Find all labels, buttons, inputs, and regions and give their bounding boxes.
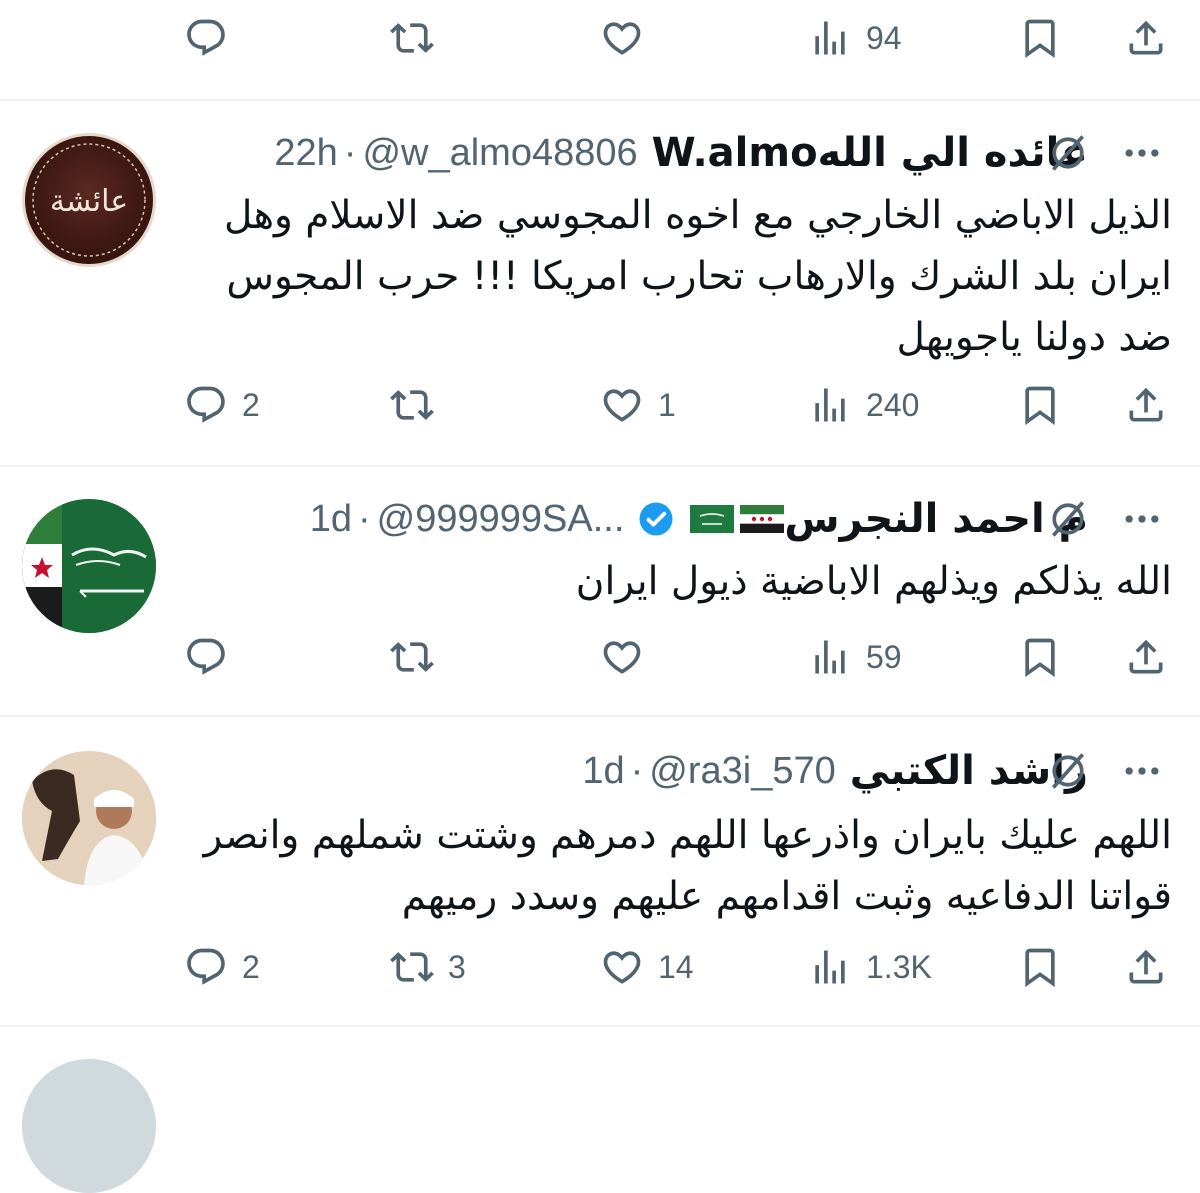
grok-icon[interactable] (1046, 497, 1090, 541)
more-icon[interactable] (1120, 497, 1164, 541)
verified-badge-icon[interactable] (638, 501, 674, 537)
tweet-text: اللهم عليك بايران واذرعها اللهم دمرهم وش… (203, 813, 1172, 919)
share-icon (1124, 635, 1168, 679)
share-button[interactable] (1124, 10, 1168, 66)
avatar[interactable]: عائشة (22, 133, 156, 267)
separator-dot: · (358, 497, 371, 540)
tweet-header: م احمد النجرس @999999SA... · 1d (310, 489, 1088, 549)
reply-icon (184, 383, 228, 427)
views-icon (808, 945, 852, 989)
reply-icon (184, 945, 228, 989)
like-count: 1 (658, 386, 676, 423)
views-button[interactable]: 94 (808, 10, 902, 66)
retweet-icon (390, 16, 434, 60)
reply-button[interactable] (184, 10, 242, 66)
share-button[interactable] (1124, 377, 1168, 433)
display-name[interactable]: عائده الي اللهW.almo (652, 130, 1088, 176)
tweet-card[interactable]: م احمد النجرس @999999SA... · 1d الله يذل… (0, 467, 1200, 715)
bookmark-icon (1018, 635, 1062, 679)
tweet-card-partial[interactable] (0, 1027, 1200, 1193)
retweet-button[interactable] (390, 10, 448, 66)
bookmark-icon (1018, 16, 1062, 60)
tweet-card[interactable]: عائشة عائده الي اللهW.almo @w_almo48806 … (0, 101, 1200, 465)
tweet-text: الله يذلكم ويذلهم الاباضية ذيول ايران (575, 559, 1172, 604)
retweet-icon (390, 945, 434, 989)
like-count: 14 (658, 948, 694, 985)
views-button[interactable]: 1.3K (808, 939, 932, 995)
tweet-header: راشد الكتبي @ra3i_570 · 1d (582, 741, 1088, 801)
grok-icon[interactable] (1046, 131, 1090, 175)
share-icon (1124, 383, 1168, 427)
separator-dot: · (343, 131, 357, 174)
retweet-icon (390, 635, 434, 679)
retweet-button[interactable] (390, 629, 448, 685)
views-button[interactable]: 59 (808, 629, 902, 685)
like-icon (600, 945, 644, 989)
tweet-card[interactable]: راشد الكتبي @ra3i_570 · 1d اللهم عليك با… (0, 717, 1200, 1025)
top-action-bar: 94 (0, 0, 1200, 100)
avatar[interactable] (22, 751, 156, 885)
more-icon[interactable] (1120, 749, 1164, 793)
syria-flag-icon (740, 505, 785, 533)
timestamp[interactable]: 1d (310, 498, 352, 541)
grok-icon[interactable] (1046, 749, 1090, 793)
retweet-button[interactable]: 3 (390, 939, 466, 995)
view-count: 94 (866, 19, 902, 56)
views-icon (808, 16, 852, 60)
user-handle[interactable]: @999999SA... (377, 498, 625, 541)
reply-count: 2 (242, 386, 260, 423)
reply-icon (184, 635, 228, 679)
retweet-icon (390, 383, 434, 427)
avatar[interactable] (22, 499, 156, 633)
saudi-flag-icon (690, 505, 735, 533)
reply-icon (184, 16, 228, 60)
avatar-logo: عائشة (32, 143, 146, 257)
bookmark-button[interactable] (1018, 939, 1062, 995)
share-button[interactable] (1124, 629, 1168, 685)
like-button[interactable]: 14 (600, 939, 694, 995)
user-handle[interactable]: @ra3i_570 (649, 750, 835, 793)
avatar-flag-image (22, 499, 156, 633)
views-button[interactable]: 240 (808, 377, 919, 433)
like-button[interactable] (600, 10, 658, 66)
reply-button[interactable] (184, 629, 242, 685)
like-button[interactable]: 1 (600, 377, 676, 433)
user-handle[interactable]: @w_almo48806 (362, 132, 637, 175)
view-count: 240 (866, 386, 920, 423)
display-name[interactable]: م احمد النجرس (784, 496, 1088, 542)
like-button[interactable] (600, 629, 658, 685)
timestamp[interactable]: 1d (582, 750, 624, 793)
bookmark-button[interactable] (1018, 629, 1062, 685)
view-count: 59 (866, 638, 902, 675)
like-icon (600, 383, 644, 427)
like-icon (600, 635, 644, 679)
retweet-button[interactable] (390, 377, 448, 433)
like-icon (600, 16, 644, 60)
avatar[interactable] (22, 1059, 156, 1193)
bookmark-button[interactable] (1018, 377, 1062, 433)
separator-dot: · (630, 749, 644, 792)
share-button[interactable] (1124, 939, 1168, 995)
avatar-photo (22, 751, 156, 885)
tweet-header: عائده الي اللهW.almo @w_almo48806 · 22h (274, 123, 1088, 183)
more-icon[interactable] (1120, 131, 1164, 175)
timestamp[interactable]: 22h (274, 132, 337, 175)
bookmark-icon (1018, 383, 1062, 427)
svg-text:عائشة: عائشة (50, 184, 128, 219)
reply-button[interactable]: 2 (184, 377, 260, 433)
retweet-count: 3 (448, 948, 466, 985)
share-icon (1124, 16, 1168, 60)
reply-button[interactable]: 2 (184, 939, 260, 995)
share-icon (1124, 945, 1168, 989)
bookmark-icon (1018, 945, 1062, 989)
reply-count: 2 (242, 948, 260, 985)
views-icon (808, 635, 852, 679)
bookmark-button[interactable] (1018, 10, 1062, 66)
tweet-text: الذيل الاباضي الخارجي مع اخوه المجوسي ضد… (223, 193, 1172, 360)
views-icon (808, 383, 852, 427)
name-flags (690, 505, 785, 533)
view-count: 1.3K (866, 948, 932, 985)
